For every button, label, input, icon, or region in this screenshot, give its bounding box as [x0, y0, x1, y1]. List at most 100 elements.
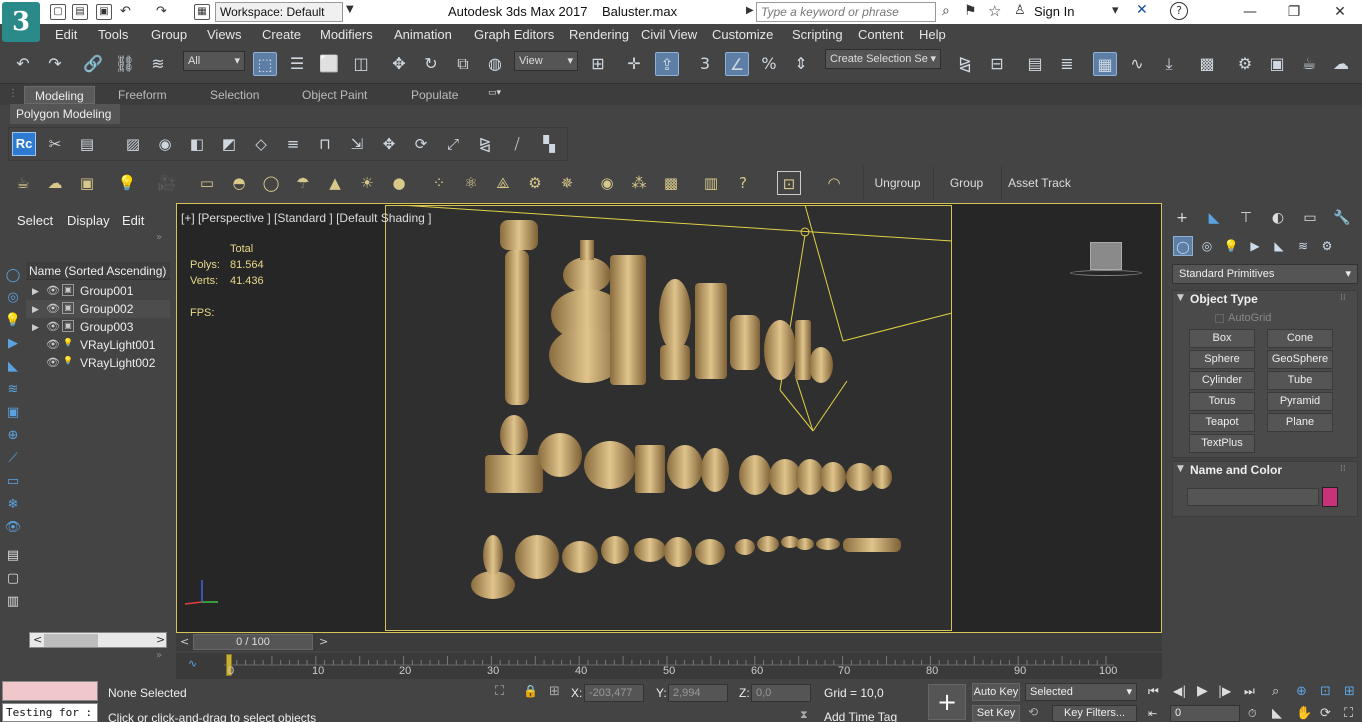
fur-icon[interactable]: ⟁ [491, 171, 515, 195]
time-next-icon[interactable]: > [319, 635, 328, 648]
plane-button[interactable]: Plane [1267, 413, 1333, 432]
scroll-left-icon[interactable]: < [33, 633, 42, 646]
pan-view-icon[interactable]: ✋ [1296, 706, 1312, 721]
open-group-icon[interactable]: ⊡ [777, 171, 801, 195]
scene-row-vraylight002[interactable]: 👁 💡 VRayLight002 [26, 354, 170, 372]
batch-render-icon[interactable]: ▥ [699, 171, 723, 195]
new-file-icon[interactable]: ▢ [50, 4, 66, 20]
workspace-dropdown[interactable]: Workspace: Default [215, 2, 343, 22]
layer-explorer-icon[interactable]: ≣ [1055, 52, 1079, 76]
select-by-name-icon[interactable]: ☰ [285, 52, 309, 76]
slice-icon[interactable]: ⧸ [505, 132, 529, 156]
menu-content[interactable]: Content [858, 27, 904, 42]
goto-end-icon[interactable]: ⏭ [1244, 684, 1255, 699]
rectangular-selection-icon[interactable]: ⬜ [317, 52, 341, 76]
railclone-icon[interactable]: Rc [12, 132, 36, 156]
pivot-center-icon[interactable]: ⊞ [586, 52, 610, 76]
ambient-light-icon[interactable]: ● [387, 171, 411, 195]
asset-track-button[interactable]: Asset Track [1001, 166, 1077, 200]
menu-rendering[interactable]: Rendering [569, 27, 629, 42]
save-file-icon[interactable]: ▣ [96, 4, 112, 20]
camera-icon[interactable]: 🎥 [155, 171, 179, 195]
close-icon[interactable]: ✕ [1330, 2, 1350, 22]
stairs-icon[interactable]: ≡ [281, 132, 305, 156]
scrollbar-thumb[interactable] [44, 634, 98, 647]
scene-tab-edit[interactable]: Edit [122, 213, 144, 228]
display-none-icon[interactable]: ◯ [3, 266, 23, 286]
help-circle-icon[interactable]: ? [731, 171, 755, 195]
hierarchy-tab-icon[interactable]: ⊤ [1234, 207, 1258, 229]
display-lights-icon[interactable]: 💡 [3, 311, 23, 331]
select-object-icon[interactable]: ⬚ [253, 52, 277, 76]
unlink-icon[interactable]: ⛓ [113, 52, 137, 76]
time-configuration-icon[interactable]: ⏱ [1248, 707, 1257, 721]
invert-display-icon[interactable]: ▥ [3, 592, 23, 612]
binoculars-icon[interactable]: ⌕ [942, 3, 950, 19]
auto-key-button[interactable]: Auto Key [972, 683, 1020, 701]
signin-dropdown-icon[interactable]: ▾ [1112, 3, 1119, 18]
create-tab-icon[interactable]: + [1170, 207, 1194, 229]
workspace-menu-icon[interactable]: ▼ [346, 4, 354, 15]
ribbon-panel-polygon-modeling[interactable]: Polygon Modeling [10, 104, 120, 124]
tab-populate[interactable]: Populate [411, 86, 458, 104]
viewcube[interactable] [1070, 240, 1142, 280]
y-coordinate-field[interactable]: 2,994 [668, 684, 728, 702]
tube-button[interactable]: Tube [1267, 371, 1333, 390]
rainbow-icon[interactable]: ◠ [822, 171, 846, 195]
viewport-label[interactable]: [+] [Perspective ] [Standard ] [Default … [181, 211, 431, 225]
sphere-light-icon[interactable]: ◯ [259, 171, 283, 195]
object-name-input[interactable] [1187, 488, 1319, 506]
viewcube-box-icon[interactable] [1090, 242, 1122, 270]
render-setup-icon[interactable]: ⚙ [1233, 52, 1257, 76]
snaps-toggle-icon[interactable]: 3 [693, 52, 717, 76]
mesh-light-icon[interactable]: ☂ [291, 171, 315, 195]
display-bones-icon[interactable]: ⟋ [3, 449, 23, 469]
keyboard-shortcut-override-icon[interactable]: ⇪ [655, 52, 679, 76]
scene-row-vraylight001[interactable]: 👁 💡 VRayLight001 [26, 336, 170, 354]
menu-customize[interactable]: Customize [712, 27, 773, 42]
zoom-icon[interactable]: ⌕ [1272, 684, 1279, 699]
bind-space-warp-icon[interactable]: ≋ [146, 52, 170, 76]
absolute-mode-icon[interactable]: ⊞ [549, 684, 560, 699]
chevron-right-icon[interactable]: ▶ [746, 5, 754, 16]
zoom-extents-all-icon[interactable]: ⊞ [1344, 684, 1355, 699]
viewcube-ring-icon[interactable] [1070, 270, 1142, 276]
cylinder-button[interactable]: Cylinder [1189, 371, 1255, 390]
selection-lock-icon[interactable]: 🔒 [523, 684, 538, 698]
box-button[interactable]: Box [1189, 329, 1255, 348]
previous-frame-icon[interactable]: ◀| [1173, 684, 1186, 698]
material-sphere-icon[interactable]: ◉ [595, 171, 619, 195]
visibility-eye-icon[interactable]: 👁 [46, 300, 60, 318]
visibility-eye-icon[interactable]: 👁 [46, 282, 60, 300]
tools-icon[interactable]: ✂ [43, 132, 67, 156]
expand-icon[interactable]: ▶ [32, 318, 39, 336]
window-crossing-icon[interactable]: ◫ [349, 52, 373, 76]
time-tag-icon[interactable]: ⧗ [800, 708, 808, 722]
textplus-button[interactable]: TextPlus [1189, 434, 1255, 453]
menu-civil-view[interactable]: Civil View [641, 27, 697, 42]
move-icon[interactable]: ✥ [387, 52, 411, 76]
light-bulb-icon[interactable]: 💡 [115, 171, 139, 195]
panel-icon[interactable]: ◩ [217, 132, 241, 156]
ies-light-icon[interactable]: ▲ [323, 171, 347, 195]
menu-help[interactable]: Help [919, 27, 946, 42]
minimize-icon[interactable]: — [1240, 2, 1260, 22]
display-all-icon[interactable]: ▤ [3, 546, 23, 566]
field-of-view-icon[interactable]: ◣ [1272, 706, 1282, 721]
visibility-eye-icon[interactable]: 👁 [46, 336, 60, 354]
display-hidden-icon[interactable]: 👁 [3, 518, 23, 538]
ungroup-button[interactable]: Ungroup [863, 166, 931, 200]
autogrid-checkbox[interactable] [1215, 314, 1224, 323]
multi-material-icon[interactable]: ⁂ [627, 171, 651, 195]
menu-group[interactable]: Group [151, 27, 187, 42]
fence-icon[interactable]: ⊓ [313, 132, 337, 156]
spinner-snap-icon[interactable]: ⇕ [789, 52, 813, 76]
display-space-warps-icon[interactable]: ≋ [3, 380, 23, 400]
z-coordinate-field[interactable]: 0,0 [751, 684, 811, 702]
checker-icon[interactable]: ▚ [537, 132, 561, 156]
cloud-icon[interactable]: ☁ [43, 171, 67, 195]
maximize-icon[interactable]: ❐ [1284, 2, 1304, 22]
teapot-button[interactable]: Teapot [1189, 413, 1255, 432]
menu-animation[interactable]: Animation [394, 27, 452, 42]
expand-icon[interactable]: ▶ [32, 300, 39, 318]
